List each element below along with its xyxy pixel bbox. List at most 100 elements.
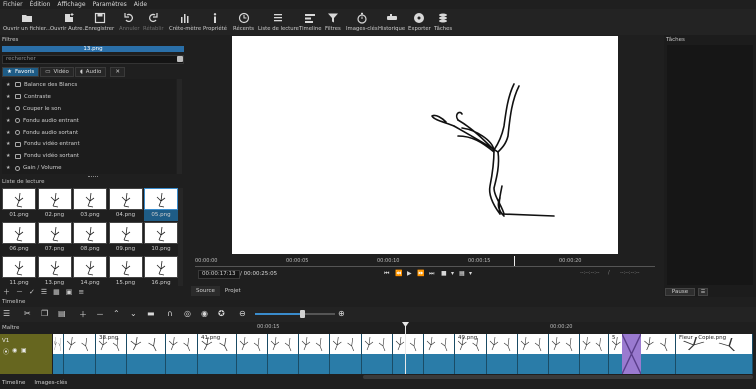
playlist-item[interactable]: 13.png — [37, 256, 72, 289]
transition-clip[interactable] — [621, 333, 642, 375]
menu-file[interactable]: Fichier — [3, 1, 23, 8]
snap-icon[interactable]: ∩ — [167, 309, 173, 318]
filter-search-input[interactable]: rechercher — [2, 55, 184, 64]
timeline-clip[interactable] — [53, 334, 64, 374]
rewind-icon[interactable]: ⏪ — [395, 270, 402, 277]
menu-icon[interactable]: ☰ — [3, 309, 10, 318]
paste-icon[interactable]: ▤ — [58, 309, 66, 318]
grid-icon[interactable]: ▦ — [459, 270, 465, 277]
tab-video[interactable]: ▭ Vidéo — [40, 66, 74, 77]
eye-icon[interactable]: ◉ — [12, 347, 17, 354]
menu-edit[interactable]: Édition — [30, 1, 51, 8]
timeline-scrollbar[interactable] — [363, 375, 753, 379]
tab-keyframes[interactable]: Images-clés — [34, 380, 67, 389]
timeline-clip[interactable]: 41.png — [198, 334, 237, 374]
playlist-item[interactable]: 04.png — [108, 188, 143, 221]
timeline-clip[interactable] — [299, 334, 330, 374]
filter-item[interactable]: ★ Gain / Volume — [2, 162, 176, 174]
playlist-item[interactable]: 11.png — [2, 256, 36, 289]
fast-forward-icon[interactable]: ⏩ — [417, 270, 424, 277]
playlist-item[interactable]: 15.png — [108, 256, 143, 289]
timeline-clip[interactable] — [424, 334, 455, 374]
icons-view-icon[interactable]: ▣ — [66, 288, 73, 296]
timeline-clip[interactable] — [518, 334, 549, 374]
remove-icon[interactable]: － — [16, 287, 23, 297]
jobs-button[interactable]: Tâches — [434, 9, 452, 35]
zoom-icon[interactable]: ▾ — [469, 270, 472, 277]
playlist-item[interactable]: 02.png — [37, 188, 72, 221]
playlist-item[interactable]: 08.png — [73, 222, 107, 255]
timeline-clip[interactable] — [362, 334, 393, 374]
mute-icon[interactable]: ⦿ — [3, 347, 9, 356]
timeline-clip[interactable] — [330, 334, 362, 374]
timeline-clip[interactable] — [580, 334, 609, 374]
menu-view[interactable]: Affichage — [57, 1, 85, 8]
timeline-clip[interactable] — [393, 334, 424, 374]
history-button[interactable]: Historique — [378, 9, 405, 35]
playlist-button[interactable]: Liste de lecture — [258, 9, 299, 35]
timeline-clip[interactable] — [487, 334, 518, 374]
timeline-clip[interactable] — [549, 334, 580, 374]
redo-button[interactable]: Rétablir — [143, 9, 164, 35]
play-icon[interactable]: ▶ — [407, 270, 412, 277]
filter-item[interactable]: ★ Balance des Blancs — [2, 79, 176, 91]
recent-button[interactable]: Récents — [233, 9, 254, 35]
timeline-clip[interactable]: Fleur - Copie.png — [676, 334, 753, 374]
keyframes-button[interactable]: Images-clés — [346, 9, 378, 35]
splitter-handle[interactable] — [88, 176, 98, 178]
timeline-clip[interactable] — [641, 334, 676, 374]
close-filter-button[interactable]: ✕ — [110, 66, 126, 77]
timeline-clip[interactable]: 38.png — [96, 334, 127, 374]
remove-icon[interactable]: － — [96, 309, 104, 320]
current-timecode[interactable]: 00:00:17:13 — [198, 270, 240, 279]
ripple-all-icon[interactable]: ✪ — [218, 309, 225, 318]
menu-icon[interactable]: ≡ — [78, 288, 84, 296]
menu-help[interactable]: Aide — [134, 1, 147, 8]
menu-settings[interactable]: Paramètres — [93, 1, 127, 8]
filter-list-scrollbar[interactable] — [177, 79, 182, 174]
playlist-item[interactable]: 07.png — [37, 222, 72, 255]
volume-icon[interactable]: ▾ — [451, 270, 454, 277]
playlist-scrollbar[interactable] — [178, 188, 183, 286]
zoom-out-icon[interactable]: ⊖ — [239, 309, 246, 318]
video-preview[interactable] — [232, 36, 618, 254]
ripple-icon[interactable]: ◉ — [201, 309, 208, 318]
skip-next-icon[interactable]: ⏭ — [429, 270, 434, 278]
playlist-item[interactable]: 10.png — [144, 222, 178, 255]
tab-timeline[interactable]: Timeline — [2, 380, 25, 389]
viewer-timeline-ruler[interactable]: 00:00:00 00:00:05 00:00:10 00:00:15 00:0… — [195, 258, 655, 267]
playlist-item[interactable]: 05.png — [144, 188, 178, 221]
peak-meter-button[interactable]: Crête-mètre — [169, 9, 201, 35]
overwrite-icon[interactable]: ⌄ — [130, 309, 137, 318]
filter-item[interactable]: ★ Contraste — [2, 91, 176, 103]
update-icon[interactable]: ✓ — [29, 288, 35, 296]
lock-icon[interactable]: ▣ — [21, 347, 27, 354]
zoom-slider-handle[interactable] — [300, 310, 305, 318]
viewer-playhead[interactable] — [514, 256, 515, 266]
playlist-item[interactable]: 01.png — [2, 188, 36, 221]
tab-audio[interactable]: ◖ Audio — [74, 66, 107, 77]
properties-button[interactable]: Propriété — [203, 9, 227, 35]
timeline-clip[interactable] — [237, 334, 268, 374]
playlist-item[interactable]: 16.png — [144, 256, 178, 289]
filters-button[interactable]: Filtres — [325, 9, 341, 35]
scrub-icon[interactable]: ◎ — [184, 309, 191, 318]
lift-icon[interactable]: ⌃ — [113, 309, 120, 318]
filter-item[interactable]: ★ Fondu vidéo entrant — [2, 138, 176, 150]
playlist-item[interactable]: 09.png — [108, 222, 143, 255]
filter-item[interactable]: ★ Fondu audio entrant — [2, 115, 176, 127]
open-file-button[interactable]: Ouvrir un fichier... — [3, 9, 51, 35]
timeline-clip[interactable] — [166, 334, 198, 374]
tab-favorites[interactable]: ★ Favoris — [2, 66, 40, 77]
copy-icon[interactable]: ❐ — [41, 309, 48, 318]
clear-search-icon[interactable] — [177, 56, 183, 62]
timeline-playhead[interactable] — [405, 322, 406, 374]
split-icon[interactable]: ▬ — [147, 309, 155, 318]
pause-button[interactable]: Pause — [665, 288, 695, 296]
skip-previous-icon[interactable]: ⏮ — [384, 270, 389, 278]
filter-item[interactable]: ★ Fondu audio sortant — [2, 127, 176, 139]
tab-source[interactable]: Source — [191, 286, 220, 296]
details-view-icon[interactable]: ☰ — [41, 288, 47, 296]
add-icon[interactable]: ＋ — [3, 287, 10, 297]
save-button[interactable]: Enregistrer — [85, 9, 114, 35]
